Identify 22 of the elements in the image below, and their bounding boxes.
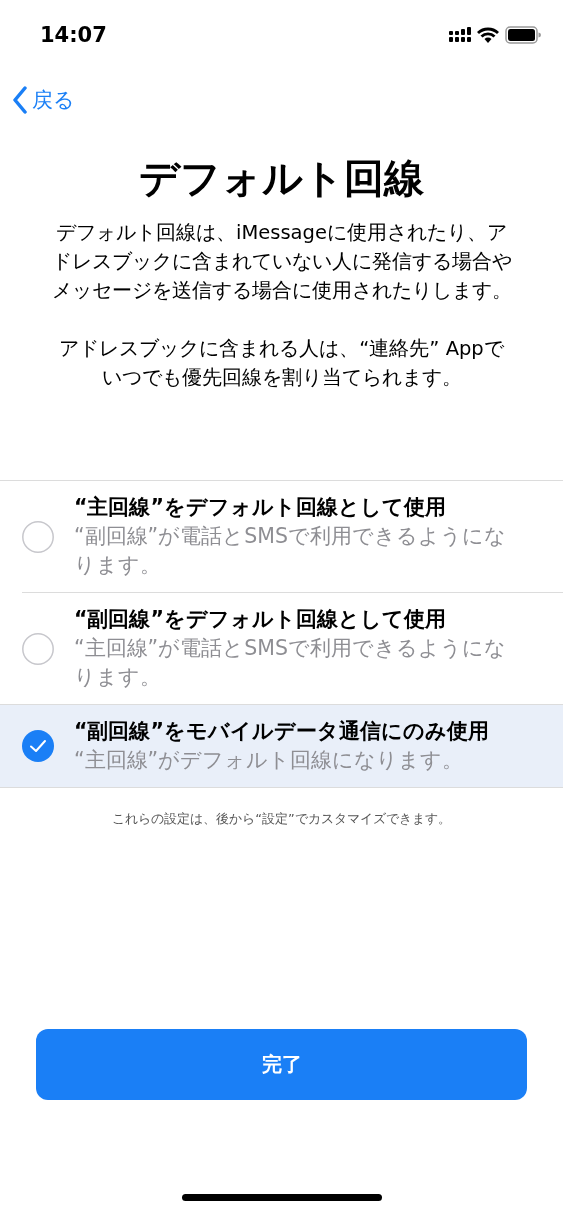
- signal-icon: [449, 27, 471, 43]
- status-time: 14:07: [40, 23, 107, 47]
- chevron-left-icon: [12, 86, 28, 114]
- back-button[interactable]: 戻る: [12, 86, 75, 114]
- option-row[interactable]: “主回線”をデフォルト回線として使用 “副回線”が電話とSMSで利用できるようになります。: [22, 481, 563, 592]
- option-title: “主回線”をデフォルト回線として使用: [74, 494, 447, 521]
- option-title: “副回線”をデフォルト回線として使用: [74, 606, 447, 633]
- battery-icon: [505, 26, 541, 44]
- page-title: デフォルト回線: [138, 154, 425, 203]
- description-text: デフォルト回線は、iMessageに使用されたり、アドレスブックに含まれていない人に発信する場合やメッセージを送信する場合に使用されたりします。: [50, 220, 513, 304]
- checkmark-icon: [22, 730, 54, 762]
- option-title: “副回線”をモバイルデータ通信にのみ使用: [74, 718, 490, 745]
- option-description: “主回線”がデフォルト回線になります。: [74, 747, 465, 774]
- option-row[interactable]: “副回線”をモバイルデータ通信にのみ使用 “主回線”がデフォルト回線になります。: [0, 704, 563, 787]
- radio-icon: [22, 520, 54, 553]
- wifi-icon: [477, 27, 499, 43]
- option-description: “副回線”が電話とSMSで利用できるようになります。: [74, 523, 507, 579]
- option-description: “主回線”が電話とSMSで利用できるようになります。: [74, 635, 507, 691]
- done-button[interactable]: 完了: [36, 1029, 527, 1100]
- radio-icon: [22, 632, 54, 665]
- description-text: アドレスブックに含まれる人は、“連絡先” Appでいつでも優先回線を割り当てられます。: [58, 336, 505, 391]
- footnote-text: これらの設定は、後から“設定”でカスタマイズできます。: [111, 810, 452, 828]
